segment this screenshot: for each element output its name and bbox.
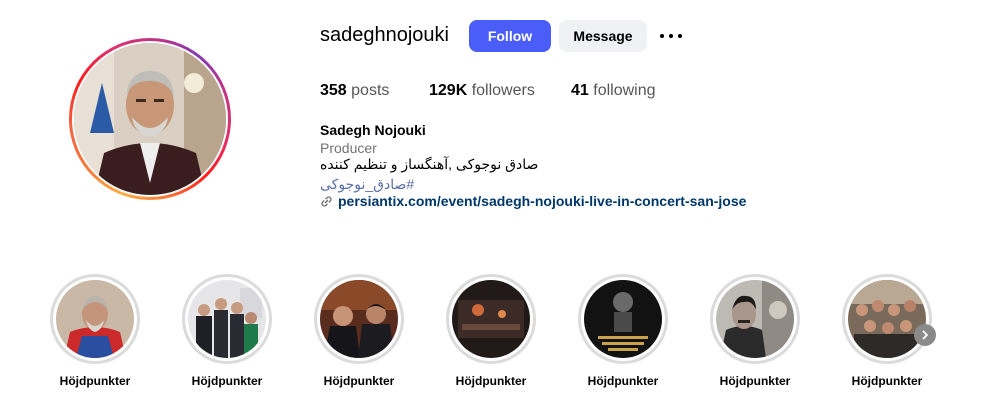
highlight-item[interactable] [446,274,536,364]
profile-full-name: Sadegh Nojouki [320,122,426,138]
highlight-label: Höjdpunkter [323,374,395,388]
following-count: 41 [571,82,589,99]
profile-username: sadeghnojouki [320,24,449,46]
highlight-cover [188,280,266,358]
link-icon [320,195,333,208]
highlight-cover [452,280,530,358]
highlight-label: Höjdpunkter [455,374,527,388]
highlight-item[interactable] [710,274,800,364]
followers-count: 129K [429,82,468,99]
more-dot [669,34,673,38]
posts-count: 358 [320,82,347,99]
highlight-item[interactable] [578,274,668,364]
highlight-cover [320,280,398,358]
profile-link[interactable]: persiantix.com/event/sadegh-nojouki-live… [320,193,746,209]
avatar-photo [74,43,226,195]
profile-hashtag[interactable]: #صادق_نوجوکی [320,176,414,193]
message-button[interactable]: Message [559,20,647,52]
highlight-cover [584,280,662,358]
highlight-label: Höjdpunkter [59,374,131,388]
posts-label: posts [351,82,390,99]
profile-link-text: persiantix.com/event/sadegh-nojouki-live… [338,193,747,209]
followers-stat[interactable]: 129K followers [429,82,535,100]
highlight-label: Höjdpunkter [719,374,791,388]
following-label: following [593,82,656,99]
highlight-item[interactable] [182,274,272,364]
highlight-cover [56,280,134,358]
highlight-label: Höjdpunkter [587,374,659,388]
more-options-icon[interactable] [660,26,682,46]
followers-label: followers [471,82,535,99]
following-stat[interactable]: 41 following [571,82,656,100]
highlight-item[interactable] [314,274,404,364]
highlight-label: Höjdpunkter [191,374,263,388]
profile-category: Producer [320,140,377,156]
follow-button[interactable]: Follow [469,20,551,52]
chevron-right-icon[interactable] [914,324,936,346]
highlight-label: Höjdpunkter [851,374,923,388]
highlight-cover [716,280,794,358]
profile-bio: صادق نوجوکی ,آهنگساز و تنظیم کننده [320,156,539,172]
profile-avatar[interactable] [69,38,231,200]
highlight-item[interactable] [50,274,140,364]
more-dot [660,34,664,38]
more-dot [678,34,682,38]
highlight-cover [848,280,926,358]
highlight-item[interactable] [842,274,932,364]
posts-stat: 358 posts [320,82,389,100]
